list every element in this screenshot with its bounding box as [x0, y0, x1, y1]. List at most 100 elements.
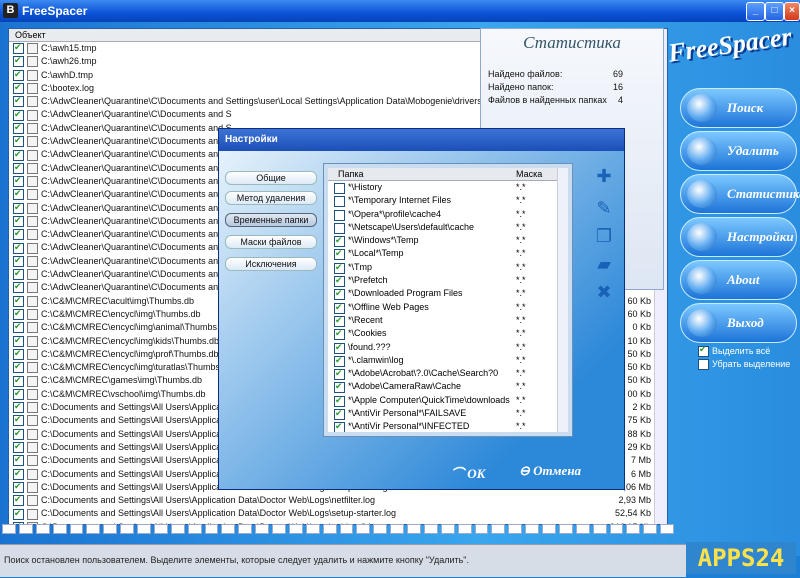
nav-button-1[interactable]: Удалить — [680, 131, 797, 171]
row-checkbox[interactable] — [13, 241, 24, 254]
temp-folder-row[interactable]: *\AntiVir Personal*\FAILSAVE *.* — [328, 407, 568, 421]
folder-checkbox[interactable] — [334, 341, 345, 354]
row-checkbox[interactable] — [13, 427, 24, 440]
settings-tab[interactable]: Временные папки — [225, 213, 317, 227]
deselect-checkbox[interactable] — [698, 359, 709, 371]
folder-checkbox[interactable] — [334, 420, 345, 432]
folder-checkbox[interactable] — [334, 222, 345, 234]
grid-scrollbar[interactable] — [557, 168, 568, 432]
temp-folder-row[interactable]: *\Prefetch *.* — [328, 274, 568, 288]
folder-checkbox[interactable] — [334, 196, 345, 208]
row-checkbox[interactable] — [13, 267, 24, 281]
row-checkbox[interactable] — [13, 121, 24, 134]
folder-checkbox[interactable] — [334, 247, 345, 261]
close-button[interactable]: × — [784, 2, 800, 21]
temp-folder-row[interactable]: \found.??? *.* — [328, 341, 568, 354]
temp-folder-row[interactable]: *\Adobe\CameraRaw\Cache *.* — [328, 380, 568, 394]
minimize-button[interactable]: _ — [746, 2, 765, 21]
nav-button-5[interactable]: Выход — [680, 303, 797, 343]
row-checkbox[interactable] — [13, 187, 24, 201]
row-checkbox[interactable] — [13, 347, 24, 360]
folder-checkbox[interactable] — [334, 327, 345, 341]
folder-checkbox[interactable] — [334, 287, 345, 301]
folder-checkbox[interactable] — [334, 354, 345, 367]
row-checkbox[interactable] — [13, 334, 24, 347]
cancel-button[interactable]: ⊖ Отмена — [519, 463, 619, 483]
temp-folder-row[interactable]: *\Windows*\Temp *.* — [328, 234, 568, 248]
temp-folder-row[interactable]: *\Opera*\profile\cache4 *.* — [328, 208, 568, 221]
row-checkbox[interactable] — [13, 493, 24, 507]
row-checkbox[interactable] — [13, 294, 24, 307]
settings-tab[interactable]: Маски файлов — [225, 235, 317, 249]
add-folder-icon[interactable]: ✚ — [591, 165, 617, 187]
folder-checkbox[interactable] — [334, 261, 345, 274]
folder-checkbox[interactable] — [334, 367, 345, 381]
folder-checkbox[interactable] — [334, 380, 345, 394]
row-checkbox[interactable] — [13, 453, 24, 467]
row-checkbox[interactable] — [13, 467, 24, 480]
folder-checkbox[interactable] — [334, 407, 345, 421]
copy-folder-icon[interactable]: ❐ — [591, 225, 617, 247]
row-checkbox[interactable] — [13, 134, 24, 148]
settings-tab[interactable]: Метод удаления — [225, 191, 317, 205]
row-checkbox[interactable] — [13, 94, 24, 108]
folder-checkbox[interactable] — [334, 314, 345, 327]
folder-icon[interactable]: ▰ — [591, 253, 617, 275]
row-checkbox[interactable] — [13, 148, 24, 161]
folder-column-header[interactable]: Папка — [338, 168, 364, 180]
row-checkbox[interactable] — [13, 320, 24, 334]
folder-checkbox[interactable] — [334, 183, 345, 194]
temp-folder-row[interactable]: *\Offline Web Pages *.* — [328, 301, 568, 314]
temp-folder-row[interactable]: *\Tmp *.* — [328, 261, 568, 274]
file-row[interactable]: C:\Documents and Settings\All Users\Appl… — [9, 507, 667, 520]
row-checkbox[interactable] — [13, 68, 24, 81]
row-checkbox[interactable] — [13, 307, 24, 321]
row-checkbox[interactable] — [13, 254, 24, 267]
settings-tab[interactable]: Исключения — [225, 257, 317, 271]
ok-button[interactable]: ⌒ OK — [451, 463, 517, 483]
settings-tab[interactable]: Общие — [225, 171, 317, 185]
select-all-option[interactable]: Выделить всё — [698, 344, 770, 358]
temp-folder-row[interactable]: *\Adobe\Acrobat\?.0\Cache\Search?0 *.* — [328, 367, 568, 381]
temp-folder-row[interactable]: *\Apple Computer\QuickTime\downloads *.* — [328, 394, 568, 407]
temp-folder-row[interactable]: *\Cookies *.* — [328, 327, 568, 341]
temp-folder-row[interactable]: *\Recent *.* — [328, 314, 568, 327]
row-checkbox[interactable] — [13, 214, 24, 227]
temp-folder-row[interactable]: *\AntiVir Personal*\INFECTED *.* — [328, 420, 568, 432]
row-checkbox[interactable] — [13, 280, 24, 294]
row-checkbox[interactable] — [13, 54, 24, 68]
nav-button-4[interactable]: About — [680, 260, 797, 300]
temp-folder-row[interactable]: *\Temporary Internet Files *.* — [328, 194, 568, 208]
row-checkbox[interactable] — [13, 108, 24, 121]
row-checkbox[interactable] — [13, 440, 24, 454]
row-checkbox[interactable] — [13, 201, 24, 214]
temp-folder-row[interactable]: *\.clamwin\log *.* — [328, 354, 568, 367]
row-checkbox[interactable] — [13, 400, 24, 414]
delete-folder-icon[interactable]: ✖ — [591, 281, 617, 303]
row-checkbox[interactable] — [13, 387, 24, 400]
row-checkbox[interactable] — [13, 374, 24, 387]
row-checkbox[interactable] — [13, 227, 24, 241]
row-checkbox[interactable] — [13, 360, 24, 374]
edit-folder-icon[interactable]: ✎ — [591, 197, 617, 219]
deselect-option[interactable]: Убрать выделение — [698, 359, 790, 371]
folder-checkbox[interactable] — [334, 209, 345, 221]
maximize-button[interactable]: □ — [765, 2, 784, 21]
nav-button-2[interactable]: Статистика — [680, 174, 800, 214]
folder-checkbox[interactable] — [334, 301, 345, 314]
select-all-checkbox[interactable] — [698, 344, 709, 358]
row-checkbox[interactable] — [13, 81, 24, 95]
temp-folder-row[interactable]: *\History *.* — [328, 181, 568, 194]
file-row[interactable]: C:\Documents and Settings\All Users\Appl… — [9, 493, 667, 507]
mask-column-header[interactable]: Маска — [516, 168, 542, 180]
row-checkbox[interactable] — [13, 41, 24, 55]
folder-checkbox[interactable] — [334, 274, 345, 288]
row-checkbox[interactable] — [13, 161, 24, 174]
temp-folder-row[interactable]: *\Local*\Temp *.* — [328, 247, 568, 261]
row-checkbox[interactable] — [13, 174, 24, 188]
nav-button-0[interactable]: Поиск — [680, 88, 797, 128]
temp-folder-row[interactable]: *\Netscape\Users\default\cache *.* — [328, 221, 568, 234]
nav-button-3[interactable]: Настройки — [680, 217, 797, 257]
row-checkbox[interactable] — [13, 480, 24, 493]
row-checkbox[interactable] — [13, 507, 24, 520]
